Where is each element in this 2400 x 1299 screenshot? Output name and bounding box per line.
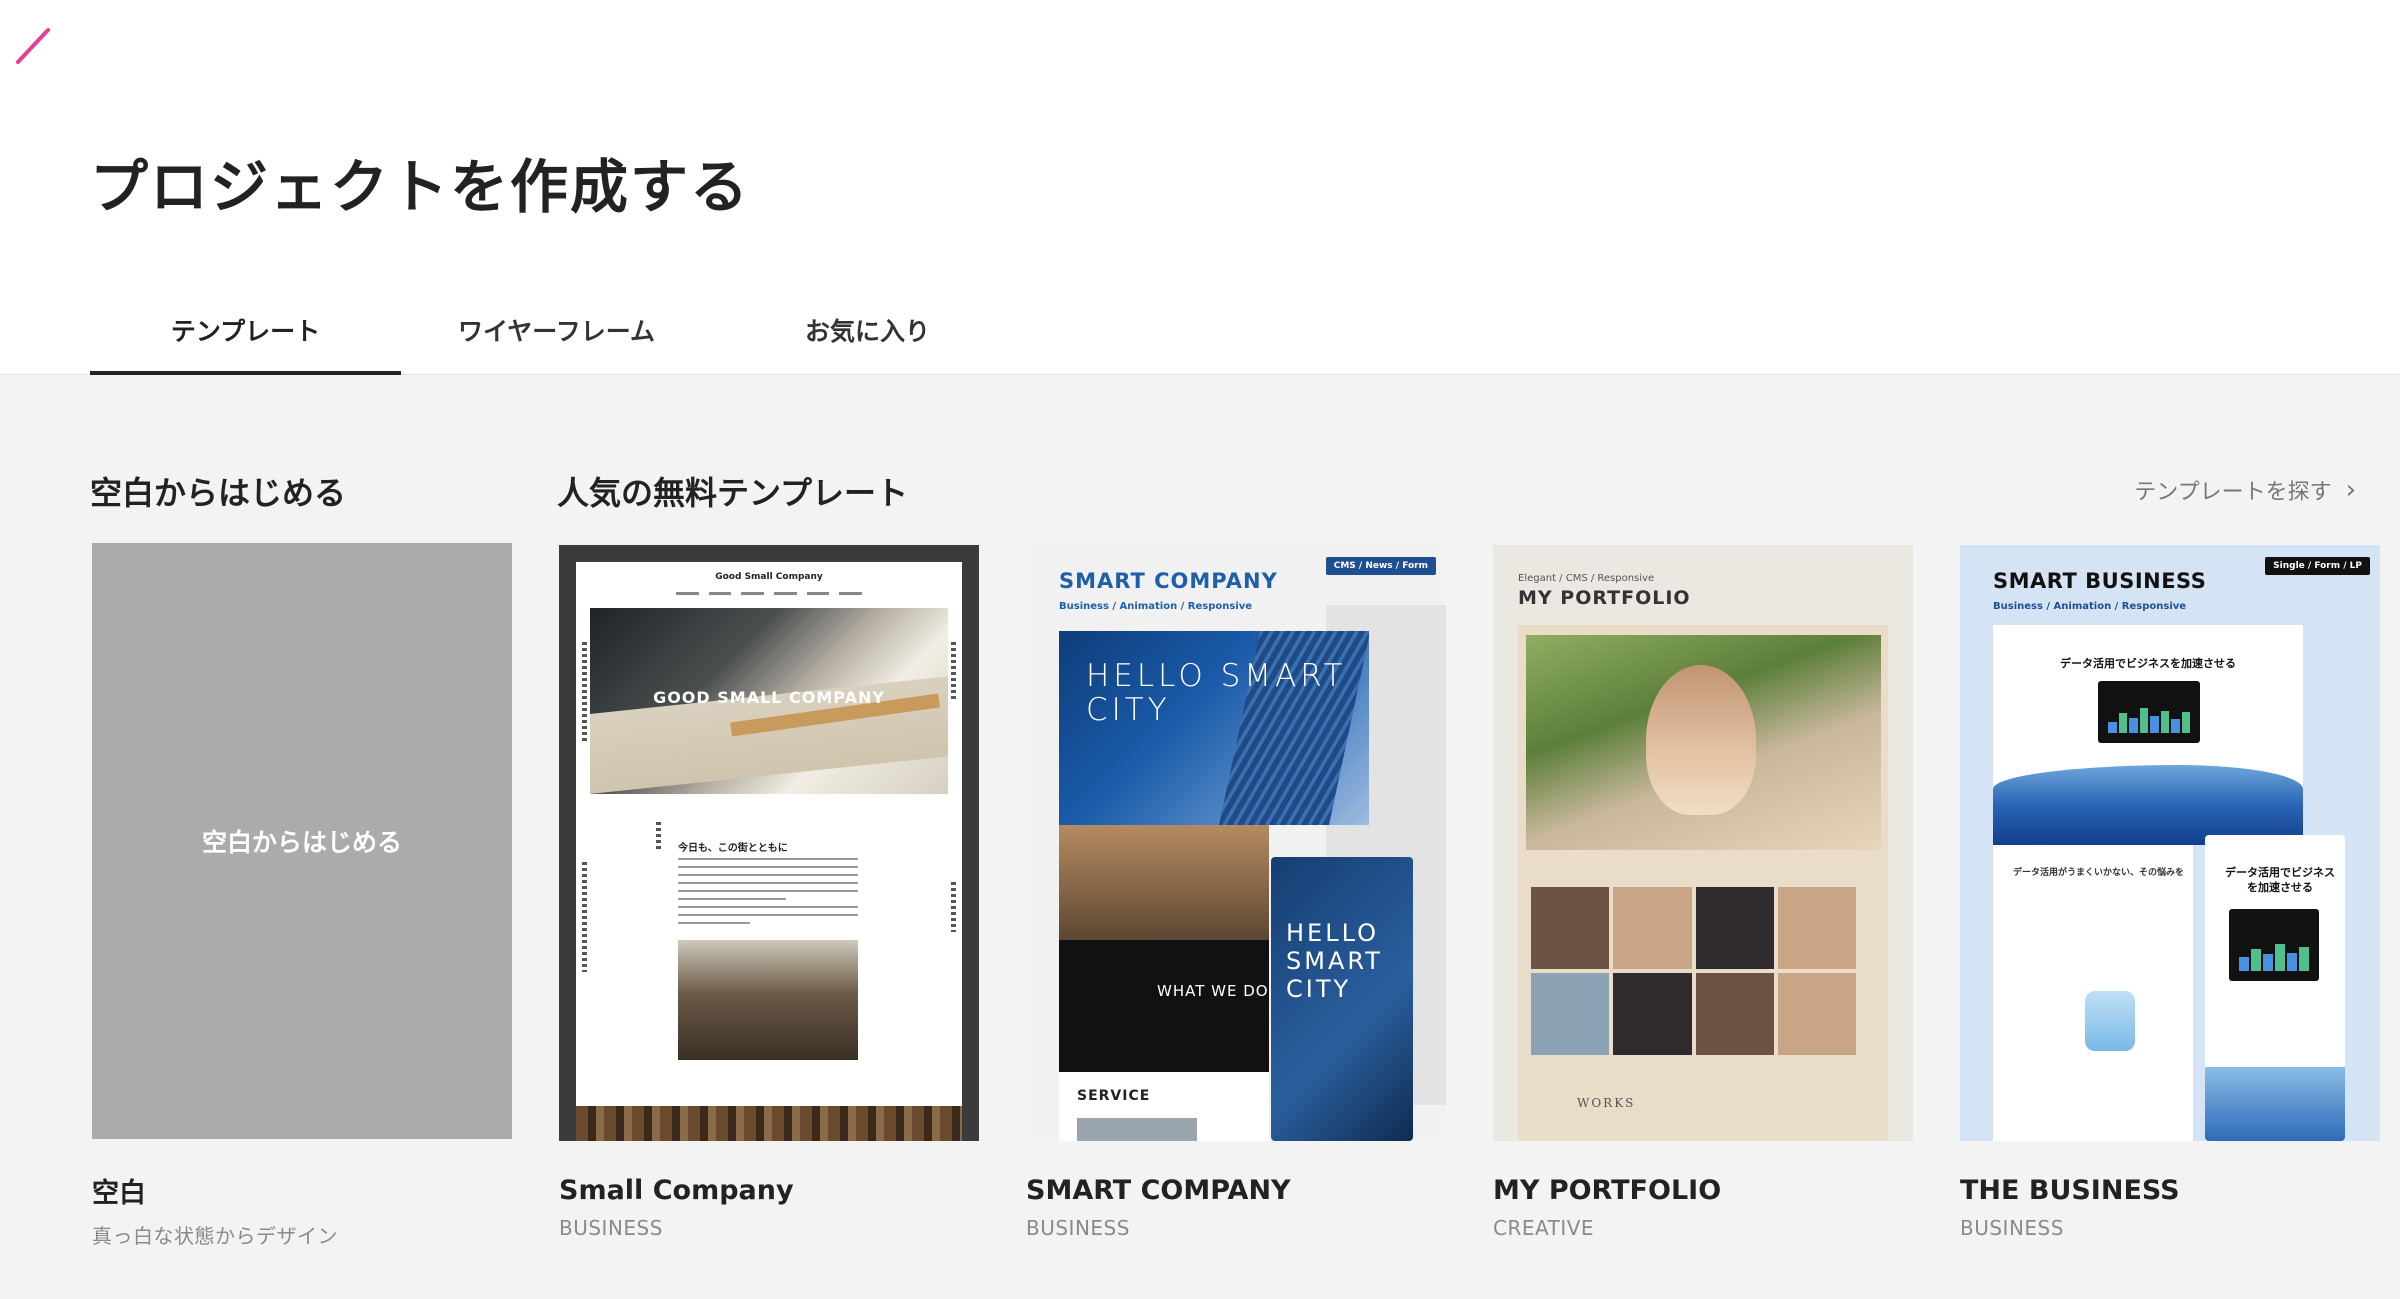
template-card-my-portfolio[interactable]: Elegant / CMS / Responsive MY PORTFOLIO … [1493, 545, 1913, 1240]
preview-nav [676, 592, 863, 596]
preview-illustration [2085, 991, 2135, 1051]
preview-brand: SMART COMPANY [1059, 569, 1278, 593]
preview-heading: データ活用でビジネスを加速させる [2060, 657, 2236, 670]
preview-photo-grid [1531, 887, 1856, 1055]
preview-vertical-text [951, 882, 956, 932]
preview-vertical-text [582, 642, 587, 742]
tab-bar: テンプレート ワイヤーフレーム お気に入り [90, 300, 1023, 375]
preview-mobile-page: HELLO SMART CITY [1271, 857, 1413, 1141]
template-thumbnail[interactable]: SMART BUSINESS Business / Animation / Re… [1960, 545, 2380, 1141]
preview-vertical-text [656, 822, 661, 852]
template-card-the-business[interactable]: SMART BUSINESS Business / Animation / Re… [1960, 545, 2380, 1240]
preview-tags: Elegant / CMS / Responsive [1518, 573, 1655, 584]
preview-badge: Single / Form / LP [2265, 557, 2370, 575]
preview-page [1518, 625, 1888, 1141]
preview-section-page: データ活用がうまくいかない、その悩みを [1993, 845, 2193, 1141]
template-thumbnail[interactable]: Elegant / CMS / Responsive MY PORTFOLIO … [1493, 545, 1913, 1141]
preview-service-section: SERVICE [1059, 1072, 1269, 1141]
preview-house-photo [1059, 825, 1269, 940]
header-bar: プロジェクトを作成する テンプレート ワイヤーフレーム お気に入り [0, 0, 2400, 375]
preview-brand: SMART BUSINESS [1993, 569, 2207, 593]
preview-hero-photo [1526, 635, 1881, 850]
preview-hero-text: HELLO SMART CITY [1086, 658, 1347, 728]
preview-wave [2205, 1067, 2345, 1141]
page-title: プロジェクトを作成する [90, 153, 751, 221]
preview-dashboard [2229, 909, 2319, 981]
preview-section-text: WHAT WE DO [1157, 982, 1269, 1000]
preview-hero-image: GOOD SMALL COMPANY [590, 608, 948, 794]
preview-badge: CMS / News / Form [1325, 557, 1436, 575]
preview-hero-image: HELLO SMART CITY [1059, 631, 1369, 825]
preview-works-text: WORKS [1577, 1096, 1636, 1110]
preview-tags: Business / Animation / Responsive [1993, 601, 2187, 612]
preview-service-text: SERVICE [1077, 1088, 1151, 1104]
card-name: MY PORTFOLIO [1493, 1175, 1722, 1206]
preview-logo: Good Small Company [715, 572, 823, 582]
template-thumbnail[interactable]: SMART COMPANY Business / Animation / Res… [1026, 545, 1446, 1141]
templates-section-title: 人気の無料テンプレート [557, 474, 909, 512]
preview-hero-text: GOOD SMALL COMPANY [653, 688, 885, 707]
preview-page: データ活用でビジネスを加速させる [1993, 625, 2303, 845]
card-category: BUSINESS [559, 1216, 663, 1240]
template-card-smart-company[interactable]: SMART COMPANY Business / Animation / Res… [1026, 545, 1446, 1240]
card-category: BUSINESS [1026, 1216, 1130, 1240]
preview-section-heading: データ活用がうまくいかない、その悩みを [2013, 868, 2185, 878]
card-description: 真っ白な状態からデザイン [92, 1224, 338, 1248]
preview-vertical-text [582, 862, 587, 972]
preview-vertical-text [951, 642, 956, 702]
preview-tools-photo [576, 1106, 962, 1141]
tab-label: ワイヤーフレーム [457, 317, 655, 346]
preview-body-text [678, 858, 858, 930]
template-card-small-company[interactable]: Good Small Company GOOD SMALL COMPANY 今日… [559, 545, 979, 1240]
preview-mobile-heading: データ活用でビジネスを加速させる [2225, 866, 2335, 894]
preview-wave [1993, 765, 2303, 845]
preview-street-photo [678, 940, 858, 1060]
card-name: 空白 [92, 1178, 146, 1209]
tab-label: お気に入り [804, 317, 930, 346]
card-name: THE BUSINESS [1960, 1175, 2180, 1206]
preview-mobile-page: データ活用でビジネスを加速させる [2205, 835, 2345, 1141]
tab-templates[interactable]: テンプレート [90, 300, 401, 375]
preview-page: Good Small Company GOOD SMALL COMPANY 今日… [576, 562, 962, 1141]
card-category: BUSINESS [1960, 1216, 2064, 1240]
blank-card[interactable]: 空白からはじめる 空白 真っ白な状態からデザイン [92, 543, 512, 1249]
browse-templates-label: テンプレートを探す [2134, 480, 2332, 505]
preview-tags: Business / Animation / Responsive [1059, 601, 1253, 612]
template-thumbnail[interactable]: Good Small Company GOOD SMALL COMPANY 今日… [559, 545, 979, 1141]
preview-title: MY PORTFOLIO [1518, 587, 1691, 609]
logo-slash-icon[interactable] [14, 26, 54, 66]
card-category: CREATIVE [1493, 1216, 1595, 1240]
blank-thumbnail[interactable]: 空白からはじめる [92, 543, 512, 1139]
preview-mobile-hero-text: HELLO SMART CITY [1286, 919, 1383, 1003]
blank-thumbnail-label: 空白からはじめる [201, 828, 402, 857]
preview-dark-section: WHAT WE DO [1059, 940, 1269, 1072]
tab-label: テンプレート [170, 317, 321, 346]
preview-dashboard [2098, 681, 2200, 743]
chevron-right-icon: › [2345, 475, 2356, 505]
browse-templates-link[interactable]: テンプレートを探す › [2134, 474, 2356, 506]
card-name: SMART COMPANY [1026, 1175, 1291, 1206]
blank-section-title: 空白からはじめる [90, 474, 347, 512]
tab-wireframes[interactable]: ワイヤーフレーム [401, 300, 712, 375]
tab-favorites[interactable]: お気に入り [712, 300, 1023, 375]
card-name: Small Company [559, 1175, 794, 1206]
preview-heading: 今日も、この街とともに [678, 843, 788, 854]
